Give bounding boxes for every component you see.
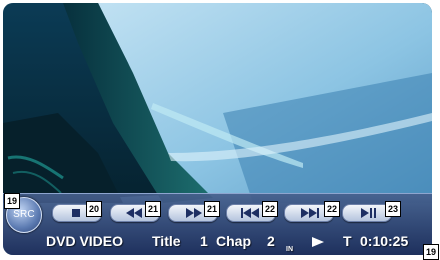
chapter-number: 2 — [267, 233, 275, 249]
title-number: 1 — [200, 233, 208, 249]
callout-time: 19 — [423, 244, 439, 260]
title-label: Title — [152, 233, 181, 249]
source-label: DVD VIDEO — [46, 233, 124, 249]
callout-play-pause: 23 — [385, 201, 401, 217]
callout-src: 19 — [4, 193, 20, 209]
callout-next-chapter: 22 — [324, 201, 340, 217]
callout-stop: 20 — [86, 201, 102, 217]
playback-time: 0:10:25 — [360, 233, 409, 249]
callout-previous-chapter: 22 — [262, 201, 278, 217]
src-label: SRC — [13, 209, 35, 220]
play-icon — [312, 237, 324, 247]
in-indicator: IN — [286, 246, 293, 253]
callout-rewind: 21 — [145, 201, 161, 217]
time-prefix: T — [343, 233, 352, 249]
play-pause-icon — [361, 208, 376, 218]
chapter-label: Chap — [216, 233, 251, 249]
callout-fast-forward: 21 — [204, 201, 220, 217]
